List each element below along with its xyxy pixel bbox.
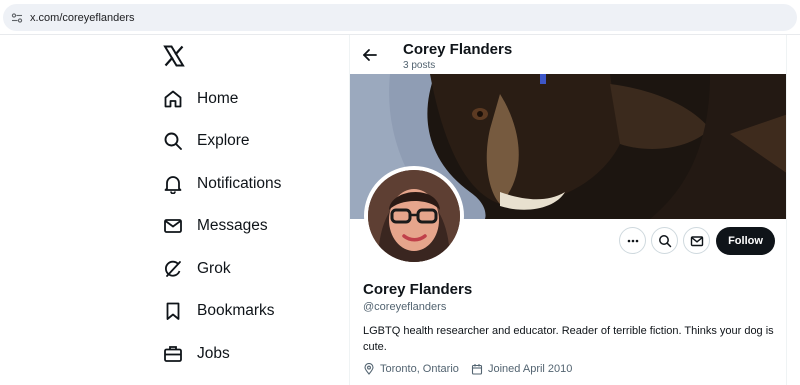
x-logo-icon[interactable]: [163, 45, 185, 67]
briefcase-icon: [164, 346, 182, 362]
search-icon: [658, 234, 671, 247]
nav-item-messages[interactable]: Messages: [163, 211, 333, 241]
calendar-icon: [471, 364, 483, 375]
bell-icon: [164, 176, 182, 194]
url-text[interactable]: x.com/coreyeflanders: [30, 12, 135, 24]
nav-label-bookmarks: Bookmarks: [197, 302, 275, 319]
nav-item-bookmarks[interactable]: Bookmarks: [163, 296, 333, 326]
envelope-icon: [690, 235, 703, 246]
search-profile-button[interactable]: [651, 227, 678, 254]
grok-icon: [165, 260, 181, 277]
profile-handle: @coreyeflanders: [363, 301, 447, 313]
nav-label-explore: Explore: [197, 132, 250, 149]
header-title: Corey Flanders: [403, 41, 513, 58]
site-settings-icon[interactable]: [11, 12, 23, 24]
home-icon: [164, 90, 182, 108]
search-icon: [164, 132, 182, 150]
follow-button[interactable]: Follow: [716, 227, 775, 255]
bookmark-icon: [166, 302, 180, 320]
nav-label-grok: Grok: [197, 260, 231, 277]
nav-item-notifications[interactable]: Notifications: [163, 169, 333, 199]
message-button[interactable]: [683, 227, 710, 254]
profile-column: Corey Flanders 3 posts Follow Corey Flan…: [349, 35, 787, 385]
location-pin-icon: [364, 363, 374, 375]
nav-item-grok[interactable]: Grok: [163, 254, 333, 284]
envelope-icon: [164, 219, 182, 233]
nav-label-notifications: Notifications: [197, 175, 282, 192]
more-dots-icon: [627, 239, 638, 242]
profile-avatar[interactable]: [364, 166, 464, 266]
nav-label-jobs: Jobs: [197, 345, 230, 362]
more-options-button[interactable]: [619, 227, 646, 254]
profile-location: Toronto, Ontario: [363, 363, 459, 375]
profile-name: Corey Flanders: [363, 281, 473, 298]
nav-item-explore[interactable]: Explore: [163, 126, 333, 156]
browser-address-bar: x.com/coreyeflanders: [0, 0, 800, 35]
nav-label-messages: Messages: [197, 217, 268, 234]
back-arrow-icon[interactable]: [362, 47, 378, 63]
header-post-count: 3 posts: [403, 60, 436, 71]
nav-label-home: Home: [197, 90, 239, 107]
joined-text: Joined April 2010: [488, 363, 573, 375]
nav-item-home[interactable]: Home: [163, 84, 333, 114]
location-text: Toronto, Ontario: [380, 363, 459, 375]
profile-joined: Joined April 2010: [471, 363, 572, 375]
profile-bio: LGBTQ health researcher and educator. Re…: [363, 325, 774, 353]
nav-item-jobs[interactable]: Jobs: [163, 339, 333, 369]
